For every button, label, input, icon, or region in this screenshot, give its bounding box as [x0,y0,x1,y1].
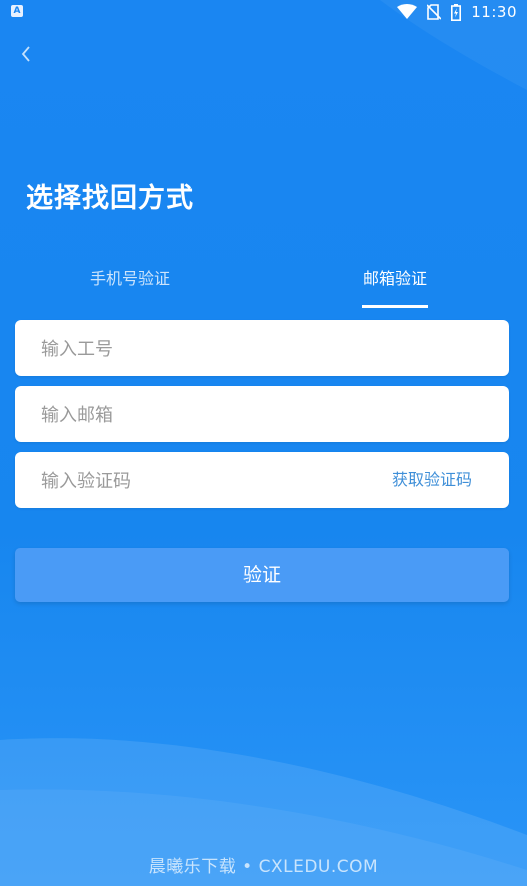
status-bar: A 11:30 [0,0,527,24]
tab-email-verification[interactable]: 邮箱验证 [362,262,428,308]
chevron-left-icon [21,46,30,62]
get-code-button[interactable]: 获取验证码 [392,452,472,508]
active-tab-indicator [362,305,428,308]
tab-phone-verification[interactable]: 手机号验证 [88,262,172,308]
wifi-icon [397,4,418,19]
employee-id-input[interactable] [39,320,383,378]
email-field [15,386,509,444]
verify-button[interactable]: 验证 [15,548,509,602]
battery-charging-icon [451,3,462,21]
employee-id-field [15,320,509,378]
no-sim-icon [427,4,442,20]
verification-code-field: 获取验证码 [15,452,509,510]
verification-tabs: 手机号验证 邮箱验证 [0,262,527,308]
status-icons: 11:30 [397,2,517,22]
email-input[interactable] [39,386,383,444]
app-notification-icon: A [11,5,23,17]
watermark-text: 晨曦乐下载 • CXLEDU.COM [148,857,379,877]
page-title: 选择找回方式 [26,183,194,214]
verification-code-input[interactable] [39,452,383,510]
back-button[interactable] [14,42,38,66]
status-time: 11:30 [471,3,517,21]
